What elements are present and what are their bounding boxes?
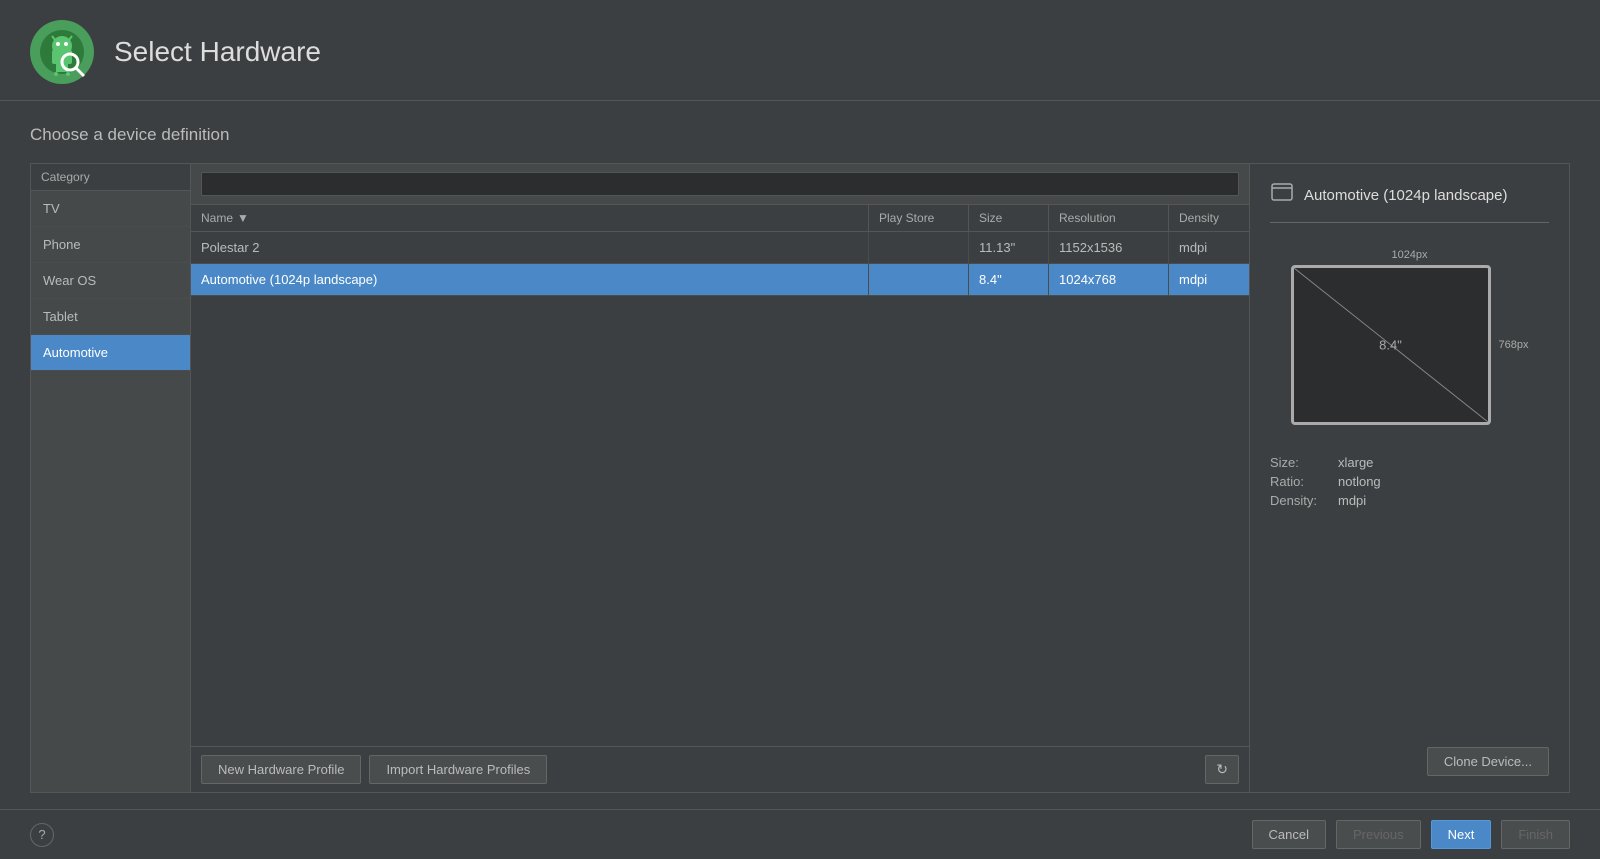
subtitle: Choose a device definition — [30, 125, 1570, 145]
cell-name: Polestar 2 — [191, 232, 869, 263]
category-header: Category — [31, 164, 190, 191]
table-left-actions: New Hardware Profile Import Hardware Pro… — [201, 755, 547, 784]
table-header: Name ▼ Play Store Size Resolution Densit… — [191, 205, 1249, 232]
device-screen: 8.4" — [1291, 265, 1491, 425]
search-bar-container: 🔍 — [191, 164, 1249, 205]
main-content: Choose a device definition Category TV P… — [0, 101, 1600, 809]
app-logo — [30, 20, 94, 84]
spec-size-label: Size: — [1270, 455, 1330, 470]
sidebar-item-tv[interactable]: TV — [31, 191, 190, 227]
th-play-store: Play Store — [869, 205, 969, 231]
bottom-bar: ? Cancel Previous Next Finish — [0, 809, 1600, 859]
table-row[interactable]: Automotive (1024p landscape) 8.4" 1024x7… — [191, 264, 1249, 296]
device-diagram: 1024px 8.4" 768px — [1270, 249, 1549, 425]
sidebar-item-wear-os[interactable]: Wear OS — [31, 263, 190, 299]
spec-ratio-value: notlong — [1338, 474, 1381, 489]
content-area: Category TV Phone Wear OS Tablet Automot… — [30, 163, 1570, 793]
th-name: Name ▼ — [191, 205, 869, 231]
th-resolution: Resolution — [1049, 205, 1169, 231]
table-actions: New Hardware Profile Import Hardware Pro… — [191, 746, 1249, 792]
diagram-row: 8.4" 768px — [1291, 265, 1529, 425]
import-hardware-profiles-button[interactable]: Import Hardware Profiles — [369, 755, 547, 784]
cell-size: 11.13" — [969, 232, 1049, 263]
device-panel: 🔍 Name ▼ Play Store Size Resolution Dens… — [190, 163, 1250, 793]
preview-header: Automotive (1024p landscape) — [1270, 180, 1549, 223]
next-button[interactable]: Next — [1431, 820, 1492, 849]
search-input[interactable] — [201, 172, 1239, 196]
th-size: Size — [969, 205, 1049, 231]
sidebar-item-automotive[interactable]: Automotive — [31, 335, 190, 371]
new-hardware-profile-button[interactable]: New Hardware Profile — [201, 755, 361, 784]
sidebar-item-phone[interactable]: Phone — [31, 227, 190, 263]
device-specs: Size: xlarge Ratio: notlong Density: mdp… — [1270, 455, 1549, 508]
clone-device-button[interactable]: Clone Device... — [1427, 747, 1549, 776]
cell-play-store — [869, 232, 969, 263]
table-body: Polestar 2 11.13" 1152x1536 mdpi Automot… — [191, 232, 1249, 746]
cell-size: 8.4" — [969, 264, 1049, 295]
screen-size-label: 8.4" — [1379, 338, 1402, 353]
device-preview-icon — [1270, 180, 1294, 210]
cell-density: mdpi — [1169, 232, 1249, 263]
cell-name: Automotive (1024p landscape) — [191, 264, 869, 295]
sidebar-item-tablet[interactable]: Tablet — [31, 299, 190, 335]
category-panel: Category TV Phone Wear OS Tablet Automot… — [30, 163, 190, 793]
header-section: Select Hardware — [0, 0, 1600, 101]
bottom-right-actions: Cancel Previous Next Finish — [1252, 820, 1570, 849]
spec-ratio-label: Ratio: — [1270, 474, 1330, 489]
cell-resolution: 1024x768 — [1049, 264, 1169, 295]
page-title: Select Hardware — [114, 36, 321, 68]
sort-icon: ▼ — [237, 211, 249, 225]
dimension-top-label: 1024px — [1391, 249, 1427, 261]
spec-density-value: mdpi — [1338, 493, 1366, 508]
cell-play-store — [869, 264, 969, 295]
finish-button[interactable]: Finish — [1501, 820, 1570, 849]
cancel-button[interactable]: Cancel — [1252, 820, 1326, 849]
refresh-button[interactable]: ↻ — [1205, 755, 1239, 784]
cell-resolution: 1152x1536 — [1049, 232, 1169, 263]
search-wrapper: 🔍 — [201, 172, 1239, 196]
preview-panel: Automotive (1024p landscape) 1024px 8.4"… — [1250, 163, 1570, 793]
help-button[interactable]: ? — [30, 823, 54, 847]
spec-row-size: Size: xlarge — [1270, 455, 1549, 470]
spec-row-ratio: Ratio: notlong — [1270, 474, 1549, 489]
spec-row-density: Density: mdpi — [1270, 493, 1549, 508]
previous-button[interactable]: Previous — [1336, 820, 1421, 849]
cell-density: mdpi — [1169, 264, 1249, 295]
preview-device-name: Automotive (1024p landscape) — [1304, 187, 1507, 204]
th-density: Density — [1169, 205, 1249, 231]
dimension-right-label: 768px — [1499, 339, 1529, 351]
spec-size-value: xlarge — [1338, 455, 1373, 470]
table-row[interactable]: Polestar 2 11.13" 1152x1536 mdpi — [191, 232, 1249, 264]
spec-density-label: Density: — [1270, 493, 1330, 508]
